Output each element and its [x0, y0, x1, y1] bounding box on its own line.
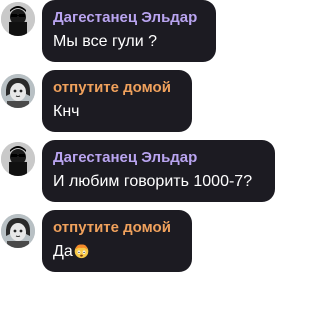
anime-avatar-icon[interactable]: [1, 74, 35, 108]
exploding-head-emoji-icon: [74, 244, 89, 259]
sender-name[interactable]: отпутите домой: [53, 219, 181, 236]
message-text-content: Да: [53, 243, 73, 260]
message-text: Да: [53, 242, 181, 262]
message-bubble[interactable]: отпутите домой Кнч: [42, 70, 192, 132]
message: отпутите домой Да: [0, 210, 279, 276]
sunglasses-avatar-icon[interactable]: [1, 142, 35, 176]
message-text: И любим говорить 1000-7?: [53, 173, 253, 190]
message-bubble[interactable]: Дагестанец Эльдар Мы все гули ?: [42, 0, 216, 62]
sender-name[interactable]: Дагестанец Эльдар: [53, 9, 205, 26]
sender-name[interactable]: отпутите домой: [53, 79, 181, 96]
message: Дагестанец Эльдар И любим говорить 1000-…: [0, 140, 279, 206]
anime-avatar-icon[interactable]: [1, 214, 35, 248]
message-bubble[interactable]: Дагестанец Эльдар И любим говорить 1000-…: [42, 140, 275, 202]
message-text: Кнч: [53, 103, 80, 120]
message-bubble[interactable]: отпутите домой Да: [42, 210, 192, 272]
message-text: Мы все гули ?: [53, 33, 158, 50]
chat-transcript: Дагестанец Эльдар Мы все гули ? отпутите…: [0, 0, 279, 320]
sender-name[interactable]: Дагестанец Эльдар: [53, 149, 264, 166]
sunglasses-avatar-icon[interactable]: [1, 2, 35, 36]
message: отпутите домой Кнч: [0, 70, 279, 136]
message: Дагестанец Эльдар Мы все гули ?: [0, 0, 279, 66]
